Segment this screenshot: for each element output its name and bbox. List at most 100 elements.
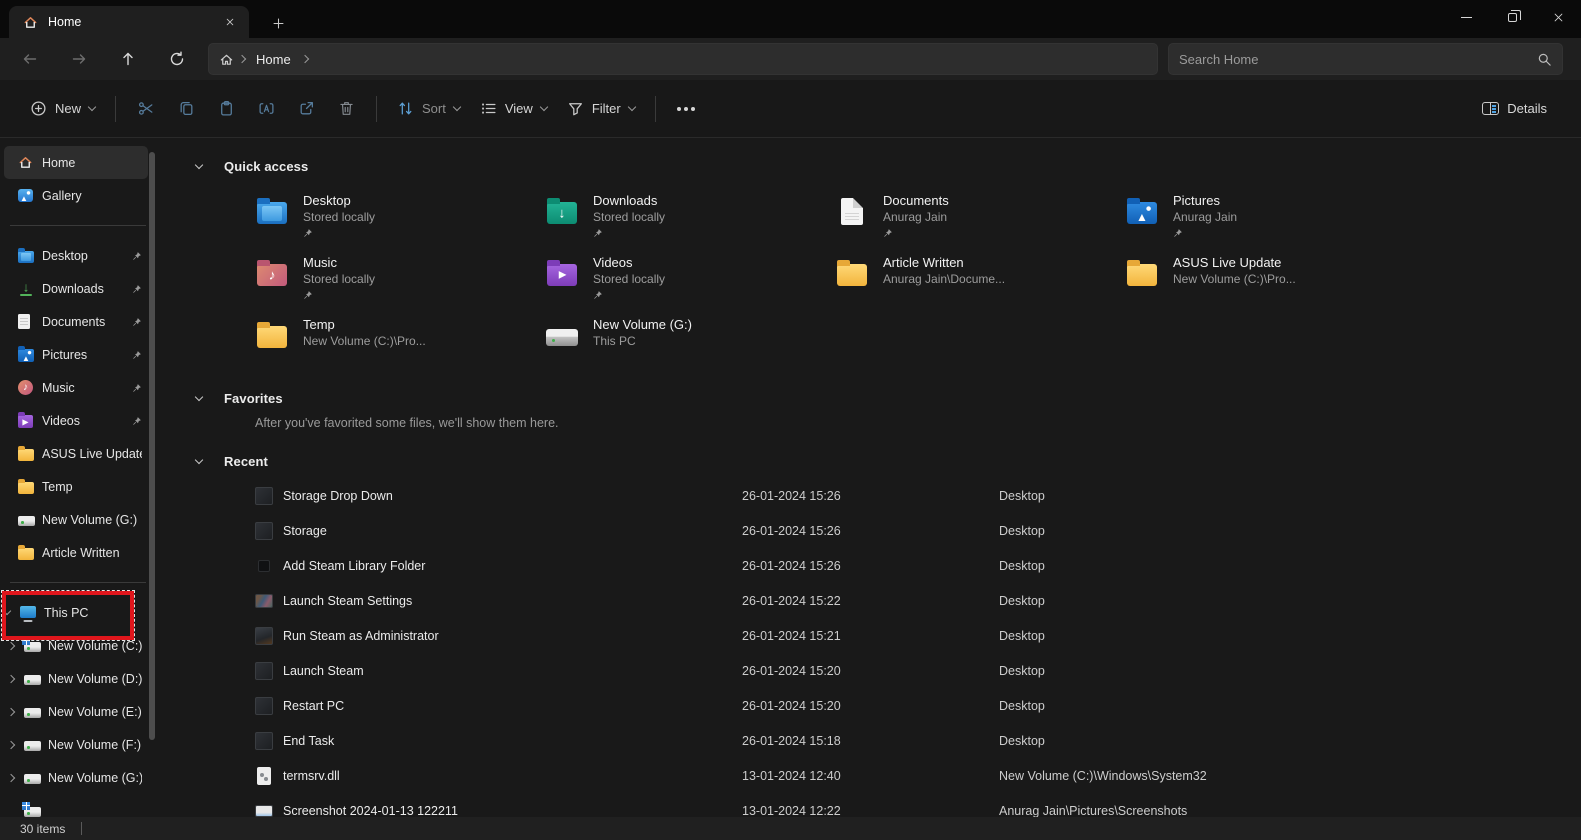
chevron-down-icon[interactable] (195, 160, 203, 168)
chevron-right-icon[interactable] (8, 676, 24, 682)
recent-file-row[interactable]: Launch Steam 26-01-2024 15:20 Desktop (255, 653, 1581, 688)
tile-article-written[interactable]: Article Written Anurag Jain\Docume... (835, 254, 1125, 316)
file-thumbnail-icon (255, 522, 273, 540)
window-controls (1443, 0, 1581, 34)
tile-new-volume-g[interactable]: New Volume (G:) This PC (545, 316, 835, 378)
recent-file-row[interactable]: Run Steam as Administrator 26-01-2024 15… (255, 618, 1581, 653)
sidebar-item-videos[interactable]: Videos (4, 404, 148, 437)
see-more-button[interactable] (666, 91, 706, 127)
recent-file-row[interactable]: Restart PC 26-01-2024 15:20 Desktop (255, 688, 1581, 723)
tile-name: Downloads (593, 192, 665, 209)
sidebar-item-label: ASUS Live Update (42, 447, 142, 461)
view-button[interactable]: View (470, 91, 557, 127)
sidebar-item-temp[interactable]: Temp (4, 470, 148, 503)
recent-file-row[interactable]: Launch Steam Settings 26-01-2024 15:22 D… (255, 583, 1581, 618)
up-button[interactable] (109, 43, 147, 75)
tile-downloads[interactable]: Downloads Stored locally (545, 192, 835, 254)
sidebar-item-desktop[interactable]: Desktop (4, 239, 148, 272)
search-input[interactable] (1179, 52, 1537, 67)
refresh-button[interactable] (158, 43, 196, 75)
close-button[interactable] (1535, 0, 1581, 34)
pin-icon (303, 290, 375, 300)
chevron-right-icon[interactable] (8, 709, 24, 715)
sidebar-scrollbar[interactable] (149, 152, 155, 740)
recent-file-row[interactable]: Add Steam Library Folder 26-01-2024 15:2… (255, 548, 1581, 583)
recent-file-row[interactable]: termsrv.dll 13-01-2024 12:40 New Volume … (255, 758, 1581, 793)
sort-button[interactable]: Sort (387, 91, 470, 127)
pin-icon (132, 383, 142, 393)
sidebar-item-partial[interactable] (8, 794, 148, 817)
restore-button[interactable] (1489, 0, 1535, 34)
chevron-right-icon[interactable] (8, 775, 24, 781)
rename-button[interactable] (246, 91, 286, 127)
home-icon (219, 52, 234, 67)
toolbar-divider (655, 96, 656, 122)
tile-asus-live-update[interactable]: ASUS Live Update New Volume (C:)\Pro... (1125, 254, 1415, 316)
address-bar[interactable]: Home (208, 43, 1158, 75)
search-box[interactable] (1168, 43, 1563, 75)
sidebar-item-music[interactable]: Music (4, 371, 148, 404)
chevron-down-icon[interactable] (4, 611, 20, 614)
section-favorites[interactable]: Favorites (194, 388, 1581, 408)
chevron-down-icon[interactable] (195, 455, 203, 463)
sidebar-item-asus-live-update[interactable]: ASUS Live Update (4, 437, 148, 470)
tab-home[interactable]: Home (9, 6, 249, 38)
sidebar-item-new-volume-f[interactable]: New Volume (F:) (8, 728, 148, 761)
sidebar-item-new-volume-g2[interactable]: New Volume (G:) (8, 761, 148, 794)
recent-file-row[interactable]: Storage 26-01-2024 15:26 Desktop (255, 513, 1581, 548)
chevron-right-icon[interactable] (8, 742, 24, 748)
tile-temp[interactable]: Temp New Volume (C:)\Pro... (255, 316, 545, 378)
minimize-button[interactable] (1443, 0, 1489, 34)
section-quick-access[interactable]: Quick access (194, 156, 1581, 176)
drive-icon (24, 739, 48, 751)
new-tab-button[interactable] (263, 8, 293, 38)
sidebar-item-article-written[interactable]: Article Written (4, 536, 148, 569)
sidebar-item-downloads[interactable]: Downloads (4, 272, 148, 305)
sidebar-item-documents[interactable]: Documents (4, 305, 148, 338)
pin-icon (883, 228, 949, 238)
tile-documents[interactable]: Documents Anurag Jain (835, 192, 1125, 254)
share-button[interactable] (286, 91, 326, 127)
pin-icon (132, 416, 142, 426)
sidebar-item-label: New Volume (G:) (42, 513, 142, 527)
tile-videos[interactable]: Videos Stored locally (545, 254, 835, 316)
section-recent[interactable]: Recent (194, 451, 1581, 471)
pin-icon (303, 228, 375, 238)
music-icon (18, 380, 42, 395)
new-button[interactable]: New (20, 91, 105, 127)
folder-icon (18, 479, 42, 494)
sidebar-item-label: This PC (44, 606, 142, 620)
chevron-down-icon[interactable] (195, 392, 203, 400)
sidebar-item-new-volume-g[interactable]: New Volume (G:) (4, 503, 148, 536)
search-icon[interactable] (1537, 52, 1552, 67)
sidebar-item-new-volume-e[interactable]: New Volume (E:) (8, 695, 148, 728)
filter-icon (567, 100, 584, 117)
recent-file-row[interactable]: Screenshot 2024-01-13 122211 13-01-2024 … (255, 793, 1581, 817)
forward-button[interactable] (60, 43, 98, 75)
sidebar-item-gallery[interactable]: Gallery (4, 179, 148, 212)
tile-subtitle: New Volume (C:)\Pro... (303, 333, 426, 349)
details-button-label: Details (1507, 101, 1547, 116)
delete-button[interactable] (326, 91, 366, 127)
cut-button[interactable] (126, 91, 166, 127)
recent-file-row[interactable]: End Task 26-01-2024 15:18 Desktop (255, 723, 1581, 758)
back-button[interactable] (11, 43, 49, 75)
tile-subtitle: Stored locally (303, 271, 375, 287)
tile-pictures[interactable]: Pictures Anurag Jain (1125, 192, 1415, 254)
folder-icon (18, 446, 42, 461)
minimize-icon (1461, 17, 1472, 18)
copy-button[interactable] (166, 91, 206, 127)
sidebar-item-new-volume-d[interactable]: New Volume (D:) (8, 662, 148, 695)
file-name: Storage Drop Down (283, 489, 742, 503)
sidebar-item-pictures[interactable]: Pictures (4, 338, 148, 371)
sidebar-item-this-pc[interactable]: This PC (4, 596, 148, 629)
paste-button[interactable] (206, 91, 246, 127)
tab-close-icon[interactable] (221, 13, 239, 31)
filter-button[interactable]: Filter (557, 91, 645, 127)
details-button[interactable]: Details (1468, 91, 1561, 127)
tile-desktop[interactable]: Desktop Stored locally (255, 192, 545, 254)
breadcrumb-segment[interactable]: Home (256, 52, 291, 67)
recent-file-row[interactable]: Storage Drop Down 26-01-2024 15:26 Deskt… (255, 478, 1581, 513)
tile-music[interactable]: Music Stored locally (255, 254, 545, 316)
sidebar-item-home[interactable]: Home (4, 146, 148, 179)
